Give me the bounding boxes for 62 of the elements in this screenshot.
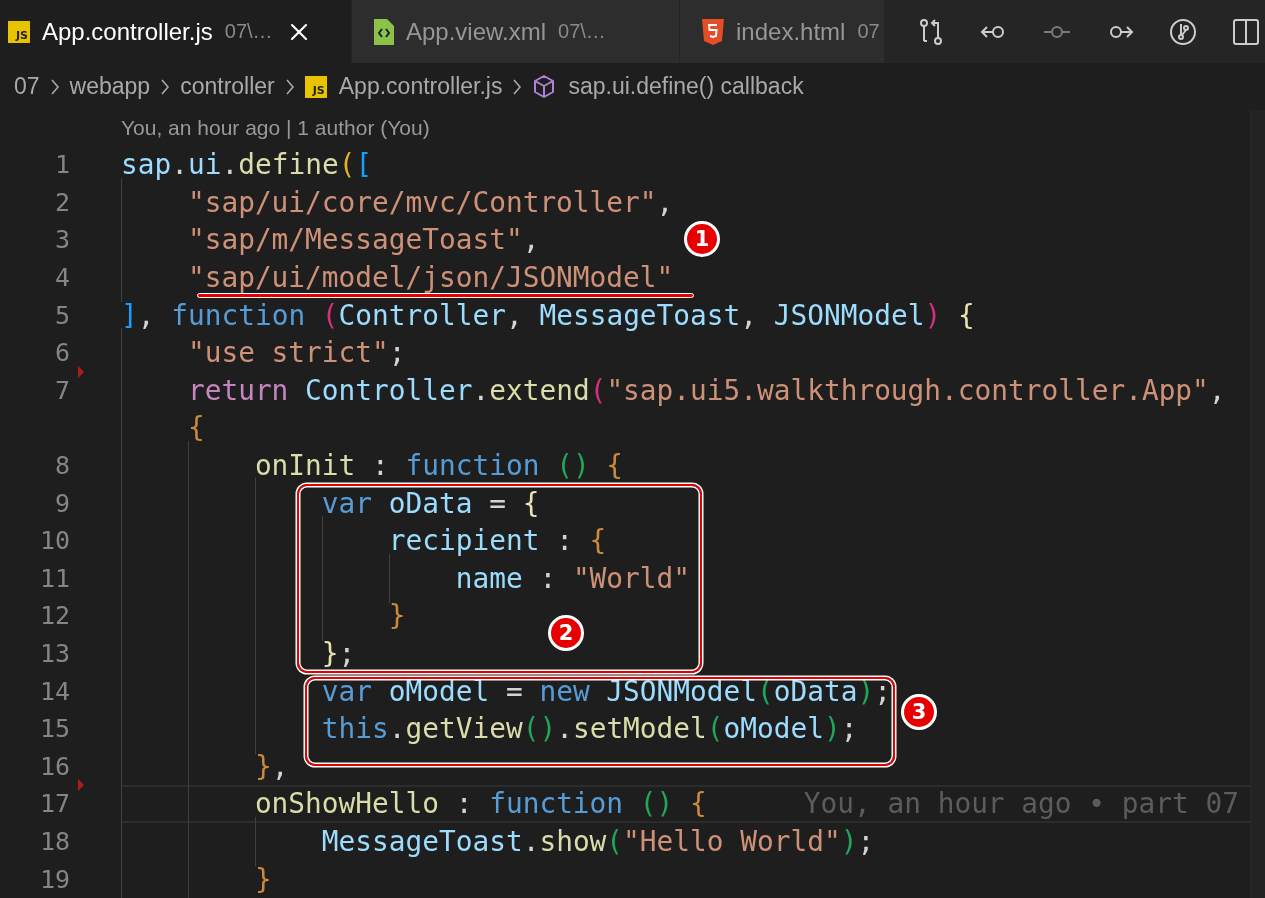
code-line: sap.ui.define([ — [121, 148, 373, 182]
code-line: "use strict"; — [186, 336, 406, 370]
callout-number: 2 — [548, 615, 584, 651]
cube-icon — [532, 73, 557, 100]
code-line: this.getView().setModel(oModel); — [320, 712, 858, 746]
code-line: name : "World" — [454, 561, 691, 595]
git-graph-icon — [1168, 16, 1198, 47]
chevron-right-icon — [284, 77, 295, 96]
line-number: 18 — [38, 827, 70, 856]
js-file-icon: JS — [8, 20, 30, 43]
breadcrumb-item[interactable]: controller — [180, 73, 275, 100]
code-line: onInit : function () { — [253, 449, 624, 483]
inline-blame: You, an hour ago • part 07 — [803, 787, 1239, 821]
code-line: return Controller.extend("sap.ui5.walkthrough.controller.App", — [186, 373, 1226, 407]
line-number: 3 — [53, 225, 70, 255]
line-number: 1 — [53, 150, 70, 180]
code-line: "sap/ui/core/mvc/Controller", — [186, 185, 674, 219]
line-number: 16 — [38, 751, 70, 781]
line-number: 8 — [53, 451, 70, 481]
code-line: ], function (Controller, MessageToast, JSONModel) { — [121, 298, 975, 332]
codelens-text[interactable]: You, an hour ago | 1 author (You) — [121, 116, 430, 140]
code-line: recipient : { — [387, 524, 607, 558]
code-line: "sap/ui/model/json/JSONModel" — [186, 261, 674, 295]
code-line: "sap/m/MessageToast", — [186, 223, 540, 257]
line-number: 4 — [53, 263, 70, 293]
line-number: 19 — [38, 864, 70, 894]
line-number: 10 — [38, 526, 70, 556]
callout-number: 3 — [901, 694, 937, 730]
js-file-icon: JS — [304, 75, 327, 98]
line-number: 7 — [53, 375, 70, 405]
shield-file-icon — [702, 18, 724, 45]
line-number: 5 — [53, 300, 70, 330]
code-file-icon — [374, 18, 394, 45]
line-number: 13 — [38, 639, 70, 668]
code-line: } — [253, 862, 272, 896]
code-line: onShowHello : function () { — [253, 787, 707, 821]
line-number: 6 — [53, 338, 70, 368]
breadcrumb-item[interactable]: webapp — [69, 73, 151, 100]
chevron-right-icon — [160, 77, 171, 96]
line-number: 12 — [38, 601, 70, 631]
line-number: 2 — [53, 187, 70, 217]
line-number: 11 — [38, 563, 70, 593]
breadcrumb-item[interactable]: 07 — [14, 73, 40, 100]
editor-tab[interactable]: App.view.xml 07\… — [352, 0, 680, 63]
code-line: }, — [253, 749, 289, 783]
code-line: MessageToast.show("Hello World"); — [320, 825, 875, 858]
breadcrumb-item[interactable]: sap.ui.define() callback — [532, 73, 804, 100]
callout-number: 1 — [684, 221, 720, 257]
breadcrumb-item[interactable]: JS App.controller.js — [304, 73, 503, 100]
line-number: 14 — [38, 676, 70, 706]
chevron-right-icon — [49, 77, 60, 96]
line-number: 15 — [38, 714, 70, 744]
code-line: }; — [320, 637, 356, 670]
code-line: } — [387, 599, 406, 633]
split-editor-icon — [1231, 16, 1261, 47]
code-line: { — [186, 411, 205, 445]
editor-tab[interactable]: index.html 07 — [680, 0, 885, 63]
line-number: 9 — [53, 488, 70, 518]
chevron-right-icon — [512, 77, 523, 96]
editor-tab[interactable]: JS App.controller.js 07\… — [0, 0, 352, 63]
code-line: var oData = { — [320, 486, 540, 520]
line-number: 17 — [38, 789, 70, 819]
